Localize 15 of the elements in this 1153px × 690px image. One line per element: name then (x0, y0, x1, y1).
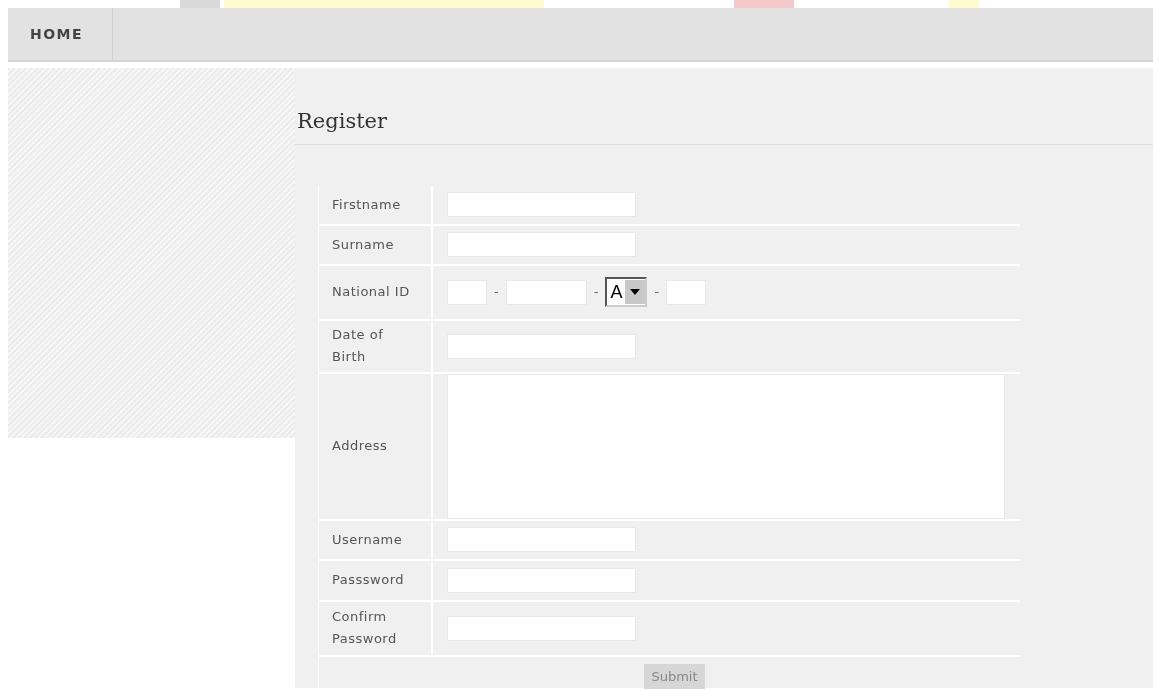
field-label: Confirm Password (332, 608, 398, 648)
field-label: Address (332, 437, 389, 455)
separator-dash: - (654, 283, 660, 302)
field-label: Passsword (332, 571, 405, 589)
field-label: Firstname (332, 195, 402, 214)
field-label: Username (332, 530, 404, 549)
letter-dropdown[interactable]: A (605, 277, 648, 307)
page-title: Register (295, 106, 1153, 145)
separator-dash: - (593, 283, 599, 302)
field-label: National ID (332, 283, 411, 301)
field-label: Surname (332, 235, 395, 254)
caret-icon (625, 280, 646, 304)
separator-dash: - (494, 283, 499, 302)
nav-tab[interactable]: HOME (8, 8, 113, 60)
field-label: Date of Birth (332, 326, 385, 366)
